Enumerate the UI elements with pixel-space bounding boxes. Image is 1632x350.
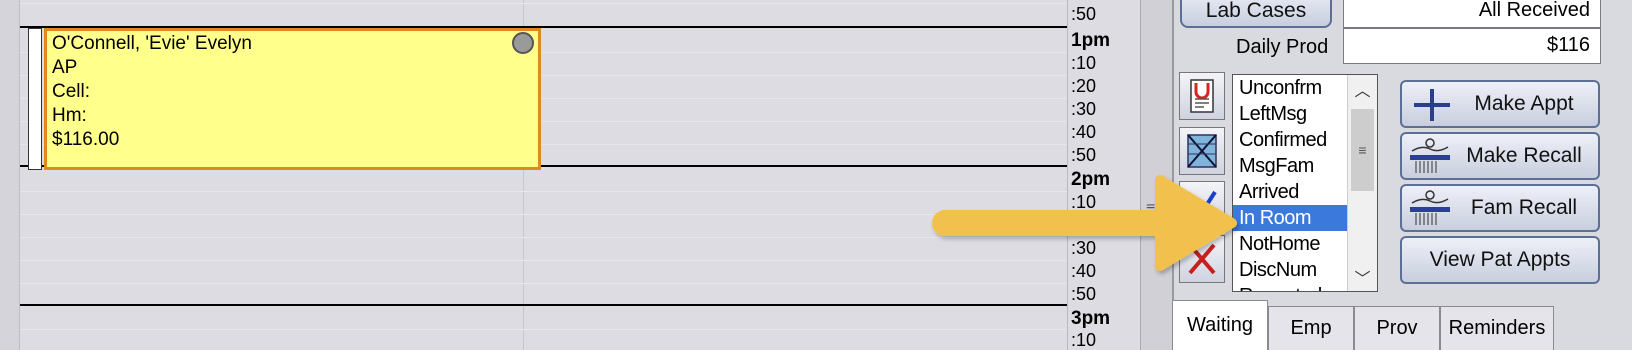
hour-gridline <box>20 304 1067 306</box>
appointment-cell: Cell: <box>52 81 91 102</box>
slot-gridline <box>20 237 1067 238</box>
minute-label: :50 <box>1071 284 1097 304</box>
fam-recall-button[interactable]: Fam Recall <box>1400 184 1600 232</box>
view-pat-appts-button[interactable]: View Pat Appts <box>1400 236 1600 284</box>
minute-label: :30 <box>1071 99 1097 119</box>
break-appointment-button[interactable] <box>1179 127 1225 175</box>
fam-recall-icon <box>1410 190 1450 225</box>
scroll-grip-icon[interactable]: ≡ <box>1351 109 1374 191</box>
delete-x-icon <box>1188 243 1216 275</box>
lab-cases-label: Lab Cases <box>1205 0 1307 22</box>
minute-label: :10 <box>1071 330 1097 350</box>
minute-label: :10 <box>1071 192 1097 212</box>
print-card-icon <box>1190 79 1214 113</box>
print-card-button[interactable] <box>1179 72 1225 120</box>
tab-prov-label: Prov <box>1376 317 1418 339</box>
slot-gridline <box>20 283 1067 284</box>
appointment-procedure: AP <box>52 57 78 78</box>
hour-label: 3pm <box>1071 308 1111 329</box>
lab-cases-field: All Received <box>1343 0 1601 28</box>
break-appt-icon <box>1187 134 1217 168</box>
confirmation-status-list[interactable]: Unconfrm LeftMsg Confirmed MsgFam Arrived In … <box>1232 74 1378 292</box>
lab-cases-button[interactable]: Lab Cases <box>1180 0 1332 28</box>
scroll-up-icon[interactable]: ︿ <box>1348 75 1377 103</box>
view-pat-appts-label: View Pat Appts <box>1429 248 1571 271</box>
minute-label: :50 <box>1071 145 1097 165</box>
tab-emp[interactable]: Emp <box>1268 306 1354 350</box>
tab-emp-label: Emp <box>1290 317 1332 339</box>
hour-label: 1pm <box>1071 30 1111 51</box>
appointment-block[interactable]: O'Connell, 'Evie' Evelyn AP Cell: Hm: $1… <box>28 28 541 170</box>
make-appt-button[interactable]: Make Appt <box>1400 80 1600 128</box>
complete-checkmark-icon <box>1187 190 1217 223</box>
fam-recall-label: Fam Recall <box>1470 196 1578 219</box>
minute-label: :10 <box>1071 53 1097 73</box>
appointment-amount: $116.00 <box>52 129 120 150</box>
panel-splitter[interactable] <box>1140 0 1172 350</box>
tab-reminders-label: Reminders <box>1448 317 1546 339</box>
tab-reminders[interactable]: Reminders <box>1440 306 1554 350</box>
make-recall-label: Make Recall <box>1466 144 1582 167</box>
minute-label: :20 <box>1071 215 1097 235</box>
daily-prod-field: $116 <box>1343 28 1601 64</box>
appointment-card[interactable]: O'Connell, 'Evie' Evelyn AP Cell: Hm: $1… <box>44 28 541 170</box>
status-list-scrollbar[interactable]: ︿ ≡ ﹀ <box>1347 75 1377 291</box>
complete-appointment-button[interactable] <box>1179 181 1225 229</box>
minute-label: :40 <box>1071 261 1097 281</box>
tab-waiting-label: Waiting <box>1187 314 1253 336</box>
tab-prov[interactable]: Prov <box>1354 306 1440 350</box>
recall-icon <box>1410 138 1450 173</box>
tab-waiting[interactable]: Waiting <box>1172 300 1268 350</box>
daily-prod-label: Daily Prod <box>1236 36 1329 58</box>
delete-appointment-button[interactable] <box>1179 235 1225 283</box>
slot-gridline <box>20 3 1067 4</box>
slot-gridline <box>20 329 1067 330</box>
appointment-home: Hm: <box>52 105 87 126</box>
slot-gridline <box>20 214 1067 215</box>
make-recall-button[interactable]: Make Recall <box>1400 132 1600 180</box>
appointment-patient-name: O'Connell, 'Evie' Evelyn <box>52 33 252 54</box>
minute-label: :50 <box>1071 4 1097 24</box>
minute-label: :40 <box>1071 122 1097 142</box>
plus-icon <box>1414 89 1450 121</box>
hour-label: 2pm <box>1071 169 1111 190</box>
slot-gridline <box>20 191 1067 192</box>
splitter-grip-icon[interactable]: ≡ <box>1146 200 1155 218</box>
scroll-down-icon[interactable]: ﹀ <box>1348 263 1377 291</box>
minute-label: :20 <box>1071 76 1097 96</box>
minute-label: :30 <box>1071 238 1097 258</box>
slot-gridline <box>20 260 1067 261</box>
confirmation-status-dot <box>512 32 534 54</box>
appointment-time-marker <box>28 28 42 170</box>
operatory-strip <box>0 0 20 350</box>
make-appt-label: Make Appt <box>1474 92 1574 115</box>
